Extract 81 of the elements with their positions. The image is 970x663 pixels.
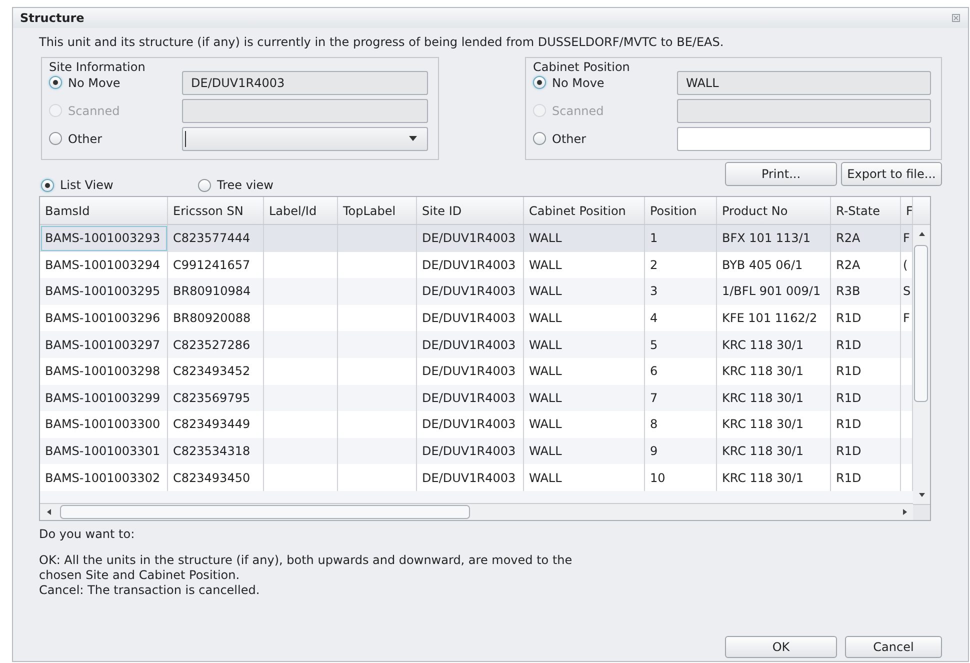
table-row[interactable]: BAMS-1001003293 C823577444 DE/DUV1R4003 WALL 1 BFX 101 113/1 R2A F — [40, 225, 913, 252]
close-icon[interactable] — [952, 14, 960, 22]
text-field[interactable]: DE/DUV1R4003 — [182, 70, 428, 94]
radio-button[interactable] — [533, 76, 546, 89]
table-cell: BAMS-1001003301 — [40, 438, 168, 464]
table-cell: R1D — [831, 331, 901, 358]
table-cell: 7 — [645, 384, 717, 412]
window-title: Structure — [20, 11, 84, 25]
table-cell: DE/DUV1R4003 — [417, 278, 524, 305]
table-cell: KRC 118 30/1 — [717, 438, 831, 464]
table-cell: WALL — [524, 331, 645, 358]
ok-button[interactable]: OK — [725, 636, 837, 658]
table-cell: BAMS-1001003297 — [40, 331, 168, 358]
table-cell: BAMS-1001003299 — [40, 384, 168, 412]
table-cell: BAMS-1001003293 — [40, 225, 168, 252]
column-header[interactable]: R-State — [831, 197, 901, 224]
table-cell: R1D — [831, 384, 901, 412]
print-button[interactable]: Print... — [725, 162, 837, 186]
table-cell: WALL — [524, 438, 645, 464]
column-header[interactable]: Cabinet Position — [524, 197, 645, 224]
text-field[interactable] — [677, 126, 931, 150]
radio-label: Other — [68, 132, 102, 146]
radio-label: Scanned — [68, 104, 120, 118]
radio-label: Scanned — [552, 104, 604, 118]
table-cell: DE/DUV1R4003 — [417, 331, 524, 358]
table-cell: C823569795 — [168, 384, 264, 412]
group-title: Site Information — [49, 60, 146, 74]
radio-label: Other — [552, 132, 586, 146]
table-row[interactable]: BAMS-1001003301 C823534318 DE/DUV1R4003 WALL 9 KRC 118 30/1 R1D — [40, 438, 913, 464]
cancel-button[interactable]: Cancel — [845, 636, 942, 658]
radio-button[interactable] — [49, 76, 62, 89]
dropdown-field[interactable] — [182, 126, 428, 150]
table-cell: C823577444 — [168, 225, 264, 252]
group-title: Cabinet Position — [533, 60, 630, 74]
text-field[interactable]: WALL — [677, 70, 931, 94]
column-header[interactable]: Site ID — [417, 197, 524, 224]
radio-button[interactable] — [198, 178, 211, 192]
table-cell: DE/DUV1R4003 — [417, 225, 524, 252]
caret-icon — [409, 136, 417, 141]
radio-label: Tree view — [217, 178, 274, 192]
radio-label: No Move — [552, 76, 604, 90]
explanation-text: OK: All the units in the structure (if any), both upwards and downward, are moved to the chosen Site and Cabinet Position. — [39, 553, 574, 583]
column-header[interactable]: BamsId — [40, 197, 168, 224]
column-header[interactable]: Position — [645, 197, 717, 224]
explanation-text: Cancel: The transaction is cancelled. — [39, 583, 261, 598]
table-cell: R2A — [831, 225, 901, 252]
table-cell: KRC 118 30/1 — [717, 331, 831, 358]
table-cell: R3B — [831, 278, 901, 305]
column-header[interactable]: Ericsson SN — [168, 197, 264, 224]
table-cell: 9 — [645, 438, 717, 464]
table-row[interactable]: BAMS-1001003297 C823527286 DE/DUV1R4003 WALL 5 KRC 118 30/1 R1D — [40, 331, 913, 358]
radio-button[interactable] — [49, 132, 62, 145]
table-cell: KRC 118 30/1 — [717, 384, 831, 412]
table-cell: R1D — [831, 438, 901, 464]
table-cell: C823527286 — [168, 331, 264, 358]
table-cell: BFX 101 113/1 — [717, 225, 831, 252]
prompt-text: Do you want to: — [39, 527, 136, 541]
table-cell: WALL — [524, 384, 645, 412]
radio-button[interactable] — [41, 178, 54, 192]
table-cell: C823534318 — [168, 438, 264, 464]
radio-label: List View — [60, 178, 114, 192]
column-header[interactable]: TopLabel — [338, 197, 417, 224]
export-button[interactable]: Export to file... — [841, 162, 942, 186]
table-cell: WALL — [524, 278, 645, 305]
column-header[interactable]: F — [901, 197, 913, 224]
table-cell: 5 — [645, 331, 717, 358]
table-row[interactable]: BAMS-1001003299 C823569795 DE/DUV1R4003 WALL 7 KRC 118 30/1 R1D — [40, 384, 913, 412]
table-cell: 1/BFL 901 009/1 — [717, 278, 831, 305]
status-message: This unit and its structure (if any) is currently in the progress of being lended from DUSSELDORF/MVTC to BE/EAS. — [39, 34, 725, 51]
radio-label: No Move — [68, 76, 120, 90]
column-header[interactable]: Label/Id — [264, 197, 338, 224]
column-header[interactable]: Product No — [717, 197, 831, 224]
table-row[interactable]: BAMS-1001003295 BR80910984 DE/DUV1R4003 WALL 3 1/BFL 901 009/1 R3B S — [40, 278, 913, 305]
table-cell: BR80910984 — [168, 278, 264, 305]
table-cell: 1 — [645, 225, 717, 252]
table-cell: 3 — [645, 278, 717, 305]
table-cell: DE/DUV1R4003 — [417, 438, 524, 464]
table-cell: WALL — [524, 225, 645, 252]
table-cell: BAMS-1001003295 — [40, 278, 168, 305]
table-cell: DE/DUV1R4003 — [417, 384, 524, 412]
radio-button[interactable] — [533, 132, 546, 145]
